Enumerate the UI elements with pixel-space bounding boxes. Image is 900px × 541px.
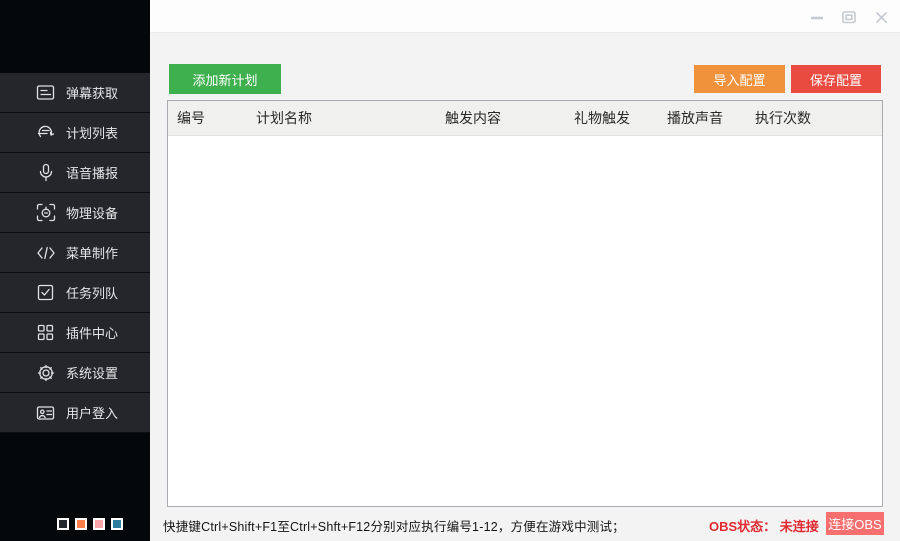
- sidebar-item-label: 弹幕获取: [66, 83, 118, 102]
- sidebar-item-settings[interactable]: 系统设置: [0, 353, 150, 393]
- titlebar: [150, 0, 900, 33]
- theme-swatch-pink[interactable]: [93, 518, 105, 530]
- sidebar-item-plan-list[interactable]: 计划列表: [0, 113, 150, 153]
- column-header-plan-name: 计划名称: [256, 101, 312, 136]
- save-config-button[interactable]: 保存配置: [791, 65, 881, 93]
- plan-table: 编号 计划名称 触发内容 礼物触发 播放声音 执行次数: [167, 100, 883, 507]
- sidebar-item-label: 菜单制作: [66, 243, 118, 262]
- theme-swatches: [57, 518, 123, 530]
- plan-list-icon: [35, 123, 56, 143]
- hotkey-hint-text: 快捷键Ctrl+Shift+F1至Ctrl+Shft+F12分别对应执行编号1-…: [163, 516, 625, 535]
- maximize-button[interactable]: [841, 9, 857, 25]
- connect-obs-button[interactable]: 连接OBS: [826, 512, 884, 535]
- theme-swatch-teal[interactable]: [111, 518, 123, 530]
- import-config-button[interactable]: 导入配置: [694, 65, 785, 93]
- sidebar-item-label: 系统设置: [66, 363, 118, 382]
- gear-icon: [35, 363, 56, 383]
- microphone-icon: [35, 163, 56, 183]
- close-icon[interactable]: [873, 9, 889, 25]
- sidebar-item-plugin-center[interactable]: 插件中心: [0, 313, 150, 353]
- sidebar-item-label: 语音播报: [66, 163, 118, 182]
- minimize-button[interactable]: [809, 9, 825, 25]
- danmaku-screen-icon: [35, 83, 56, 103]
- sidebar-item-user-login[interactable]: 用户登入: [0, 393, 150, 433]
- main-area: 添加新计划 导入配置 保存配置 编号 计划名称 触发内容 礼物触发 播放声音 执…: [150, 0, 900, 541]
- column-header-exec-count: 执行次数: [755, 101, 811, 136]
- sidebar-item-danmaku[interactable]: 弹幕获取: [0, 73, 150, 113]
- theme-swatch-orange[interactable]: [75, 518, 87, 530]
- sidebar-item-voice[interactable]: 语音播报: [0, 153, 150, 193]
- theme-swatch-dark[interactable]: [57, 518, 69, 530]
- plan-table-body: [168, 137, 882, 506]
- window-controls: [809, 9, 889, 25]
- code-icon: [35, 243, 56, 263]
- task-checkbox-icon: [35, 283, 56, 303]
- plugin-grid-icon: [35, 323, 56, 343]
- add-new-plan-button[interactable]: 添加新计划: [169, 64, 281, 94]
- column-header-gift-trigger: 礼物触发: [574, 101, 630, 136]
- column-header-play-sound: 播放声音: [667, 101, 723, 136]
- plan-table-header: 编号 计划名称 触发内容 礼物触发 播放声音 执行次数: [168, 101, 882, 136]
- sidebar-item-label: 任务列队: [66, 283, 118, 302]
- sidebar-item-menu-maker[interactable]: 菜单制作: [0, 233, 150, 273]
- sidebar-menu: 弹幕获取 计划列表 语音播报 物理设备 菜单制作: [0, 73, 150, 433]
- sidebar-item-device[interactable]: 物理设备: [0, 193, 150, 233]
- column-header-id: 编号: [177, 101, 205, 136]
- sidebar-item-label: 用户登入: [66, 403, 118, 422]
- sidebar-item-label: 插件中心: [66, 323, 118, 342]
- user-card-icon: [35, 403, 56, 423]
- sidebar-item-task-queue[interactable]: 任务列队: [0, 273, 150, 313]
- robot-device-icon: [35, 203, 56, 223]
- obs-status-text: OBS状态： 未连接: [709, 516, 819, 535]
- sidebar-item-label: 计划列表: [66, 123, 118, 142]
- sidebar-item-label: 物理设备: [66, 203, 118, 222]
- column-header-trigger: 触发内容: [445, 101, 501, 136]
- sidebar: 弹幕获取 计划列表 语音播报 物理设备 菜单制作: [0, 0, 150, 541]
